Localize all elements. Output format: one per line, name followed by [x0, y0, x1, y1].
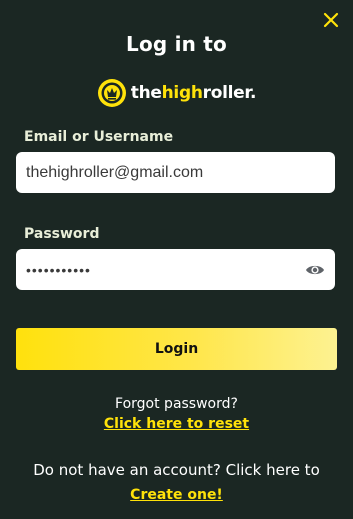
signup-prompt-text: Do not have an account? Click here to: [33, 461, 320, 479]
eye-icon[interactable]: [305, 263, 325, 277]
brand-name: thehighroller.: [130, 83, 257, 103]
password-field[interactable]: •••••••••••: [16, 249, 335, 290]
page-title: Log in to: [126, 32, 227, 56]
login-button[interactable]: Login: [16, 328, 337, 370]
password-label: Password: [24, 226, 100, 242]
password-value: •••••••••••: [26, 261, 91, 278]
create-account-link[interactable]: Create one!: [130, 487, 223, 503]
email-field[interactable]: thehighroller@gmail.com: [16, 152, 335, 193]
email-label: Email or Username: [24, 129, 174, 145]
close-button[interactable]: [321, 10, 341, 30]
brand-logo: thehighroller.: [0, 78, 353, 108]
email-value: thehighroller@gmail.com: [26, 163, 204, 181]
close-icon: [323, 12, 339, 28]
highroller-logo-icon: [97, 79, 126, 107]
forgot-password-text: Forgot password?: [115, 396, 238, 412]
reset-password-link[interactable]: Click here to reset: [104, 416, 249, 432]
